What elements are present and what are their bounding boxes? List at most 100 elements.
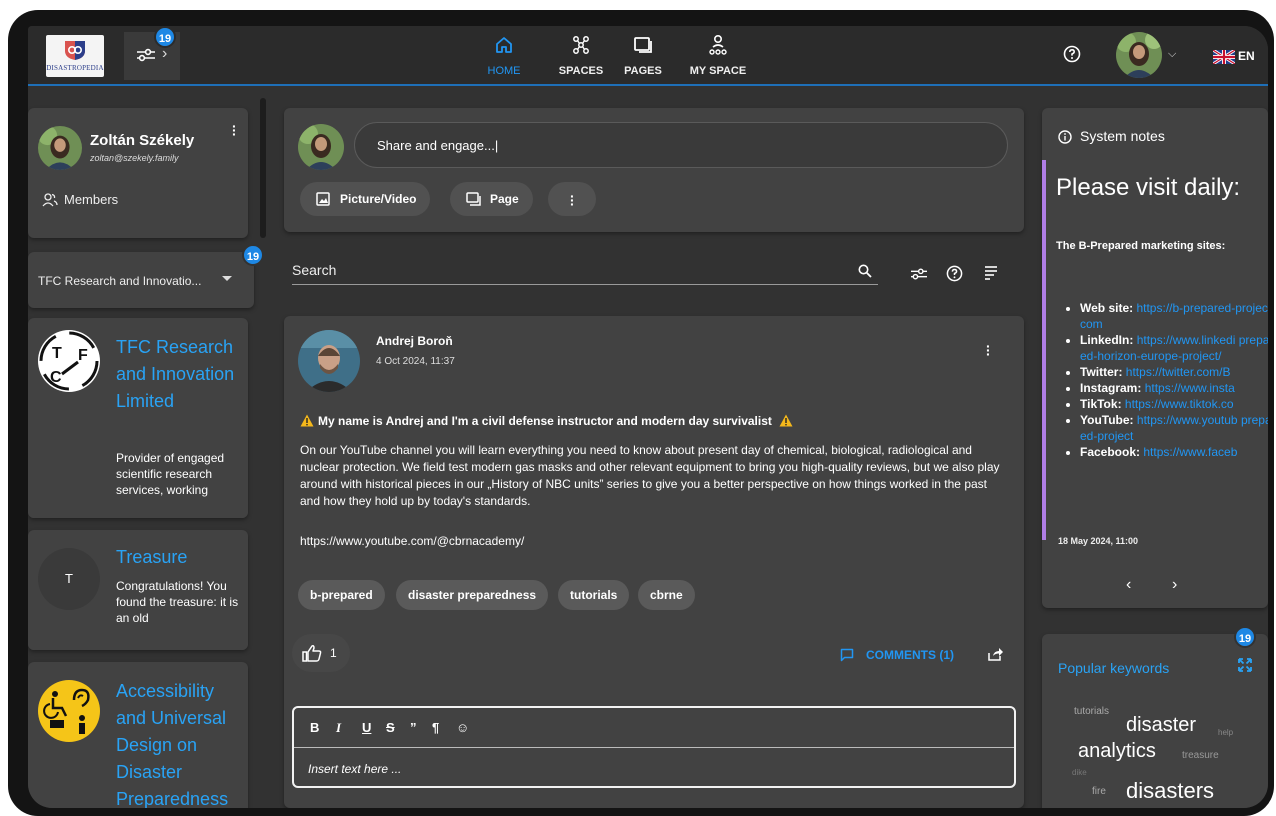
svg-text:F: F [78, 347, 88, 364]
system-notes-card: System notes Please visit daily: The B-P… [1042, 108, 1268, 608]
keyword-fire[interactable]: fire [1092, 786, 1106, 797]
svg-text:C: C [50, 369, 62, 386]
logo-icon [65, 41, 85, 60]
keyword-treasure[interactable]: treasure [1182, 750, 1219, 761]
image-icon [316, 192, 330, 206]
tag-disaster-preparedness[interactable]: disaster preparedness [396, 580, 549, 610]
comment-editor[interactable]: B I U S ” ¶ ☺ Insert text here ... [292, 706, 1016, 788]
tag-cbrne[interactable]: cbrne [638, 580, 695, 610]
keyword-help[interactable]: help [1218, 728, 1233, 737]
members-link[interactable]: Members [42, 192, 118, 207]
search-underline [292, 284, 878, 285]
list-item: TikTok: https://www.tiktok.co [1080, 396, 1268, 412]
left-scrollbar[interactable] [260, 98, 266, 238]
profile-name[interactable]: Zoltán Székely [90, 132, 194, 149]
app-logo[interactable]: DISASTROPEDIA [46, 35, 104, 77]
profile-menu-icon[interactable]: · · · [232, 119, 237, 141]
composer-more-button[interactable]: · · · [548, 182, 596, 216]
share-input[interactable] [354, 122, 1008, 168]
uk-flag-icon[interactable] [1213, 50, 1235, 64]
emoji-icon[interactable]: ☺ [456, 720, 469, 735]
nav-my-space-label: MY SPACE [689, 65, 747, 77]
nav-home[interactable]: HOME [474, 26, 534, 86]
paragraph-icon[interactable]: ¶ [432, 720, 439, 735]
search-icon[interactable] [858, 264, 872, 278]
tag-tutorials[interactable]: tutorials [558, 580, 630, 610]
post-menu-icon[interactable]: · · · [986, 339, 991, 361]
chevron-right-icon[interactable]: › [1172, 576, 1177, 594]
keyword-b-prepared[interactable]: b-prepared [1110, 806, 1208, 808]
more-vertical-icon: · · · [570, 188, 575, 212]
home-icon [496, 37, 512, 53]
space-title-accessibility[interactable]: Accessibility and Universal Design on Di… [116, 678, 240, 808]
quote-icon[interactable]: ” [410, 720, 417, 735]
post-author-avatar[interactable] [298, 330, 360, 392]
space-select-value: TFC Research and Innovatio... [38, 274, 202, 288]
italic-icon[interactable]: I [336, 720, 341, 736]
caret-down-icon [222, 276, 232, 281]
system-notes-title: System notes [1058, 128, 1165, 144]
space-card-treasure[interactable]: T Treasure Congratulations! You found th… [28, 530, 248, 650]
underline-icon[interactable]: U [362, 720, 371, 735]
search-input[interactable]: Search [292, 262, 336, 278]
post-date: 4 Oct 2024, 11:37 [376, 356, 455, 367]
members-icon [42, 193, 58, 207]
sort-icon[interactable] [984, 265, 998, 281]
nav-pages[interactable]: PAGES [618, 26, 668, 86]
keyword-disasters[interactable]: disasters [1126, 778, 1214, 804]
instagram-link[interactable]: https://www.insta [1145, 381, 1235, 395]
spaces-icon [573, 36, 589, 54]
list-item: Twitter: https://twitter.com/B [1080, 364, 1268, 380]
profile-avatar-image [38, 126, 82, 170]
profile-avatar[interactable] [38, 126, 82, 170]
page-button[interactable]: Page [450, 182, 533, 216]
treasure-logo: T [38, 548, 100, 610]
comment-icon [840, 648, 854, 662]
space-card-tfc[interactable]: T F C TFC Research and Innovation Limite… [28, 318, 248, 518]
tiktok-link[interactable]: https://www.tiktok.co [1125, 397, 1234, 411]
chevron-left-icon[interactable]: ‹ [1126, 576, 1131, 594]
space-title-treasure[interactable]: Treasure [116, 544, 240, 571]
help-icon[interactable] [946, 265, 963, 282]
nav-spaces[interactable]: SPACES [548, 26, 614, 86]
accessibility-icon [43, 688, 90, 734]
picture-video-button[interactable]: Picture/Video [300, 182, 431, 216]
profile-email: zoltan@szekely.family [90, 153, 179, 163]
nav-my-space[interactable]: MY SPACE [680, 26, 756, 86]
notes-subheading: The B-Prepared marketing sites: [1056, 240, 1226, 252]
space-title-tfc[interactable]: TFC Research and Innovation Limited [116, 334, 240, 415]
strikethrough-icon[interactable]: S [386, 720, 395, 735]
system-notes-title-text: System notes [1080, 128, 1165, 144]
tag-b-prepared[interactable]: b-prepared [298, 580, 385, 610]
bold-icon[interactable]: B [310, 720, 319, 735]
fade-overlay [28, 494, 248, 518]
help-icon[interactable] [1063, 45, 1081, 63]
twitter-link[interactable]: https://twitter.com/B [1126, 365, 1231, 379]
language-label[interactable]: EN [1238, 49, 1255, 63]
filter-sliders-icon[interactable] [910, 266, 928, 282]
comments-button[interactable]: COMMENTS (1) [840, 648, 954, 662]
user-avatar[interactable] [1116, 32, 1162, 78]
tfc-logo: T F C [38, 330, 100, 392]
notes-heading: Please visit daily: [1056, 174, 1241, 201]
space-select[interactable]: TFC Research and Innovatio... [28, 252, 254, 308]
editor-input[interactable]: Insert text here ... [308, 762, 401, 776]
user-avatar-image [1116, 32, 1162, 78]
like-button[interactable]: 1 [292, 634, 350, 672]
expand-icon[interactable] [1238, 658, 1252, 672]
facebook-link[interactable]: https://www.faceb [1143, 445, 1237, 459]
device-frame: DISASTROPEDIA › 19 HOME SPACES PAGES MY … [8, 10, 1274, 816]
notes-link-list: Web site: https://b-prepared-project.com… [1080, 300, 1268, 460]
chevron-down-icon[interactable]: ⌵ [1168, 48, 1176, 61]
composer-avatar-image [298, 124, 344, 170]
post-author[interactable]: Andrej Boroň [376, 334, 453, 348]
keyword-dike[interactable]: dike [1072, 768, 1087, 777]
keyword-disaster[interactable]: disaster [1126, 714, 1196, 737]
space-card-accessibility[interactable]: Accessibility and Universal Design on Di… [28, 662, 248, 808]
post-author-avatar-image [298, 330, 360, 392]
keyword-tutorials[interactable]: tutorials [1074, 706, 1109, 717]
keyword-analytics[interactable]: analytics [1078, 740, 1156, 763]
filter-sliders-icon [137, 48, 155, 62]
share-icon[interactable] [988, 647, 1004, 661]
post-link[interactable]: https://www.youtube.com/@cbrnacademy/ [300, 534, 524, 548]
